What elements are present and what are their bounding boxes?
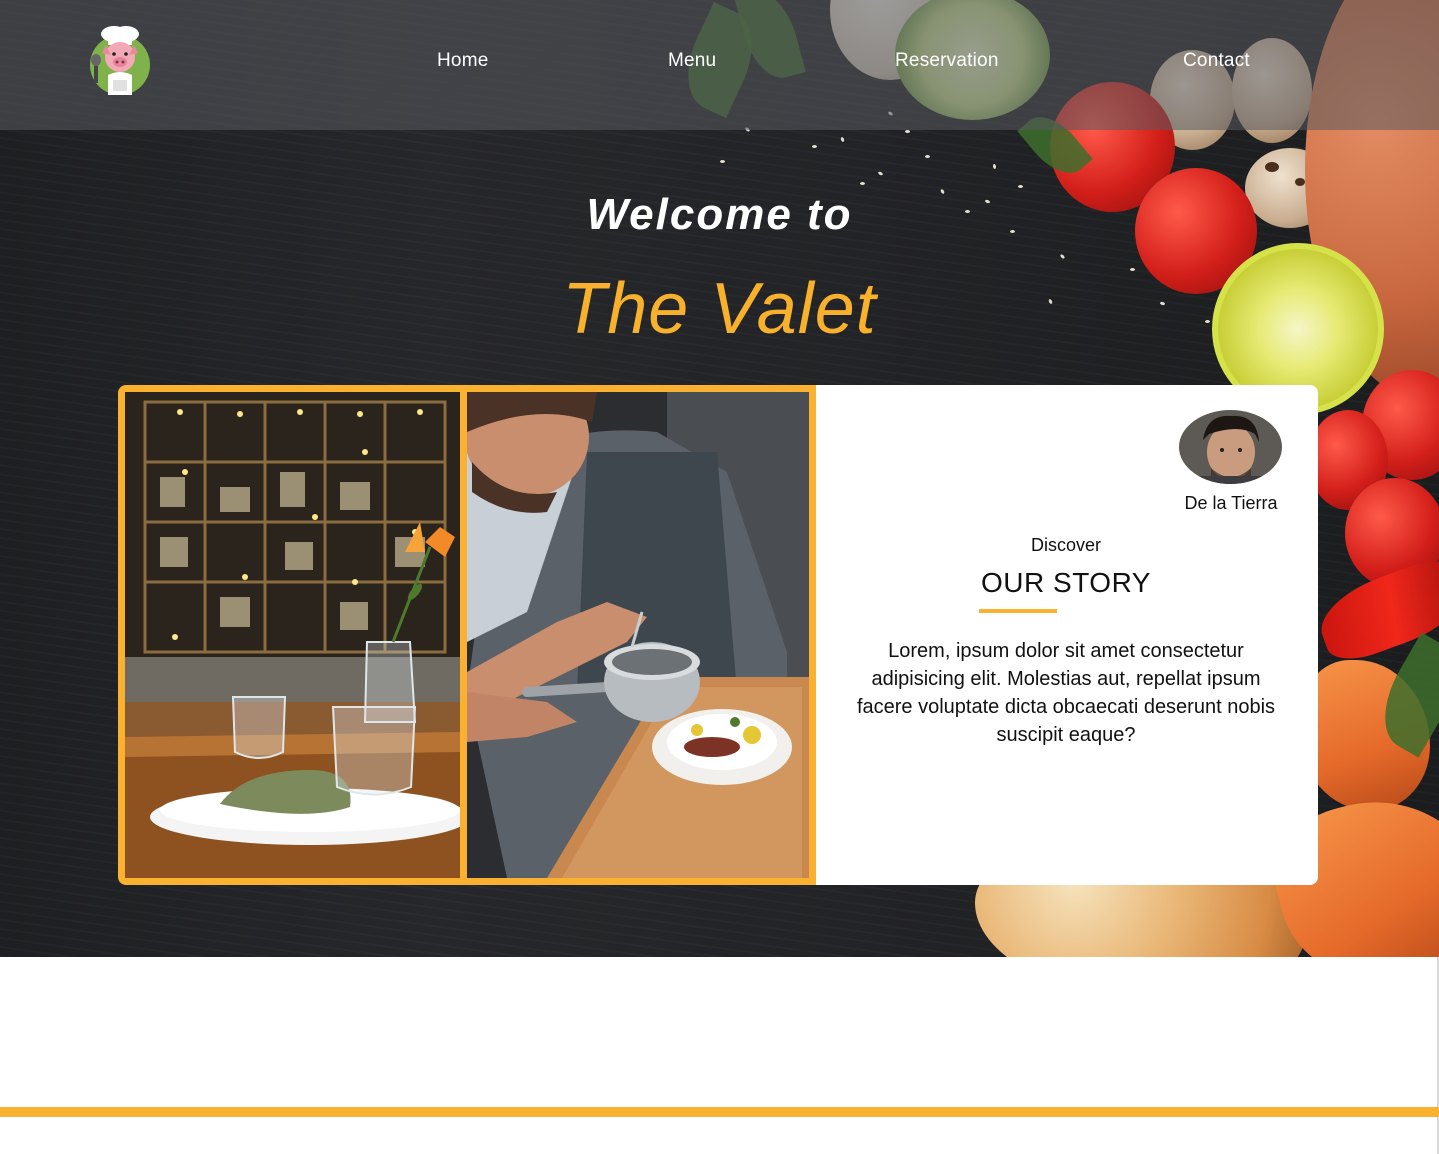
nav-home[interactable]: Home bbox=[437, 50, 488, 72]
section-divider bbox=[0, 1107, 1439, 1117]
pig-chef-icon[interactable] bbox=[86, 25, 154, 101]
nav-reservation[interactable]: Reservation bbox=[895, 50, 999, 72]
welcome-heading: Welcome to bbox=[586, 190, 853, 239]
story-title: OUR STORY bbox=[981, 567, 1151, 598]
story-panel: De la Tierra Discover OUR STORY Lorem, i… bbox=[816, 385, 1318, 885]
story-card: De la Tierra Discover OUR STORY Lorem, i… bbox=[118, 385, 1318, 885]
restaurant-table-photo bbox=[125, 392, 460, 878]
story-body-text: Lorem, ipsum dolor sit amet consectetur … bbox=[856, 640, 1276, 746]
chef-plating-photo bbox=[467, 392, 809, 878]
author-name: De la Tierra bbox=[1184, 493, 1278, 513]
title-underline bbox=[979, 609, 1057, 613]
brand-title: The Valet bbox=[562, 269, 877, 349]
nav-contact[interactable]: Contact bbox=[1183, 50, 1250, 72]
nav-menu[interactable]: Menu bbox=[668, 50, 716, 72]
author-avatar bbox=[1179, 410, 1282, 484]
top-navigation: Home Menu Reservation Contact bbox=[0, 0, 1439, 130]
story-eyebrow: Discover bbox=[1030, 535, 1101, 555]
photo-gallery bbox=[118, 385, 816, 885]
